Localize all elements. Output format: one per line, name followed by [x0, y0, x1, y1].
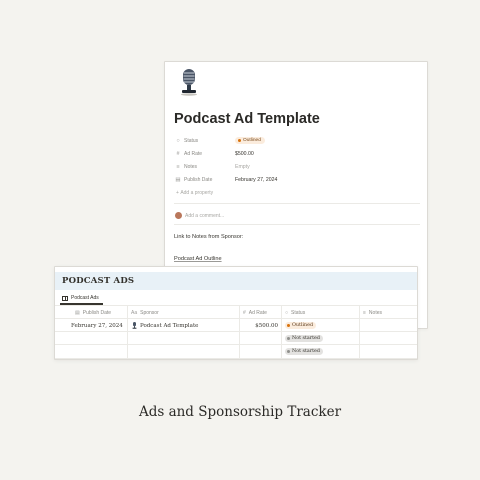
add-property-label: Add a property	[180, 190, 214, 196]
property-ad-rate[interactable]: # Ad Rate	[175, 148, 202, 160]
column-label: Ad Rate	[248, 309, 267, 316]
property-label: Status	[184, 138, 199, 144]
status-badge[interactable]: Outlined	[235, 137, 265, 144]
database-card: PODCAST ADS Podcast Ads ▤ Publish Date Aa…	[54, 266, 418, 360]
property-notes[interactable]: ≡ Notes	[175, 161, 197, 173]
cell-value: February 27, 2024	[71, 322, 123, 329]
page-title: Podcast Ad Template	[174, 111, 320, 127]
status-icon: ○	[285, 309, 289, 316]
status-value: Not started	[292, 349, 320, 354]
property-label: Ad Rate	[184, 151, 203, 157]
microphone-icon	[132, 322, 137, 329]
comment-input[interactable]: Add a comment...	[185, 213, 224, 219]
publish-date-value[interactable]: February 27, 2024	[235, 177, 277, 183]
status-badge: Not started	[285, 348, 323, 355]
ad-rate-cell[interactable]	[239, 345, 281, 358]
microphone-icon	[181, 69, 197, 96]
database-header: PODCAST ADS	[55, 272, 417, 290]
column-label: Publish Date	[82, 309, 112, 316]
database-title: PODCAST ADS	[62, 276, 135, 286]
text-icon: Aa	[131, 309, 138, 316]
status-value: Outlined	[243, 138, 261, 143]
number-icon: #	[243, 309, 246, 316]
status-value: Outlined	[292, 323, 314, 328]
divider	[174, 203, 420, 204]
avatar	[175, 212, 182, 219]
notes-value[interactable]: Empty	[235, 164, 250, 170]
calendar-icon: ▤	[75, 309, 80, 316]
text-lines-icon: ≡	[363, 309, 366, 316]
property-label: Notes	[184, 164, 198, 170]
tab-label: Podcast Ads	[71, 295, 99, 301]
status-icon: ○	[176, 138, 180, 144]
table-header-row: ▤ Publish Date Aa Sponsor # Ad Rate ○ Status…	[55, 305, 417, 319]
calendar-icon: ▤	[175, 177, 181, 183]
table-icon	[62, 295, 68, 301]
divider	[174, 224, 420, 225]
status-cell[interactable]: Not started	[281, 345, 359, 358]
status-badge: Outlined	[285, 322, 317, 329]
column-label: Notes	[368, 309, 382, 316]
status-value: Not started	[292, 336, 320, 341]
property-publish-date[interactable]: ▤ Publish Date	[175, 174, 212, 186]
table-row[interactable]: Not started	[55, 344, 417, 359]
text-lines-icon: ≡	[176, 164, 180, 170]
table-row[interactable]: Not started	[55, 331, 417, 345]
table-row[interactable]: February 27, 2024 Podcast Ad Template $5…	[55, 318, 417, 332]
notes-cell[interactable]	[359, 345, 417, 358]
ad-outline-link[interactable]: Podcast Ad Outline	[174, 256, 222, 262]
cell-value: $500.00	[255, 322, 278, 329]
sponsor-notes-label: Link to Notes from Sponsor:	[174, 234, 244, 240]
add-property-button[interactable]: + Add a property	[176, 190, 213, 196]
status-dot	[238, 139, 241, 142]
property-status[interactable]: ○ Status	[175, 135, 198, 147]
publish-date-cell[interactable]	[55, 345, 127, 358]
caption: Ads and Sponsorship Tracker	[138, 404, 342, 420]
status-badge: Not started	[285, 335, 323, 342]
property-label: Publish Date	[184, 177, 213, 183]
column-label: Status	[291, 309, 306, 316]
sponsor-cell[interactable]	[127, 345, 239, 358]
cell-value: Podcast Ad Template	[140, 322, 199, 329]
ad-rate-value[interactable]: $500.00	[235, 151, 254, 157]
column-label: Sponsor	[140, 309, 159, 316]
number-icon: #	[176, 151, 180, 157]
